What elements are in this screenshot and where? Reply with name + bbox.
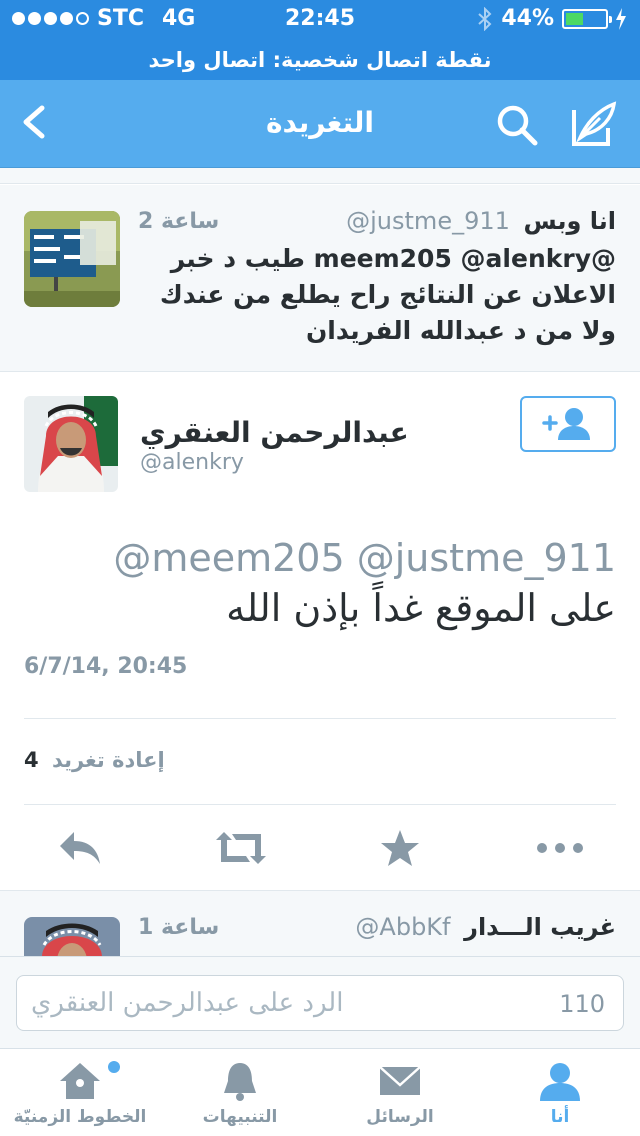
search-icon (497, 105, 538, 146)
avatar[interactable] (24, 917, 120, 956)
tab-label: الرسائل (366, 1107, 434, 1127)
hotspot-banner[interactable]: نقطة اتصال شخصية: اتصال واحد (0, 40, 640, 80)
star-icon (381, 830, 419, 866)
bluetooth-icon (478, 6, 492, 31)
charging-icon (616, 7, 626, 30)
more-button[interactable] (534, 828, 586, 868)
retweet-label: إعادة تغريد (51, 748, 165, 772)
author-name[interactable]: عبدالرحمن العنقري (140, 416, 409, 449)
search-button[interactable] (494, 102, 540, 148)
person-icon (540, 1063, 580, 1101)
status-bar: STC 4G 22:45 44% (0, 0, 640, 40)
tab-label: أنا (550, 1107, 570, 1127)
notification-dot (108, 1061, 120, 1073)
reply-tweet[interactable]: 1 ساعة @AbbKf غريب الـــدار (0, 890, 640, 956)
separator (0, 168, 640, 184)
envelope-icon (379, 1066, 421, 1095)
avatar[interactable] (24, 396, 118, 492)
avatar[interactable] (24, 211, 120, 307)
retweet-count: 4 (24, 748, 39, 772)
character-counter: 110 (559, 990, 605, 1018)
battery-icon (562, 8, 612, 29)
reply-placeholder: الرد على عبدالرحمن العنقري (31, 988, 344, 1018)
home-icon (60, 1063, 100, 1099)
compose-button[interactable] (570, 100, 618, 148)
retweet-stats[interactable]: 4 إعادة تغريد (24, 748, 165, 772)
tweet-timestamp: 2 ساعة (138, 209, 220, 234)
divider (24, 804, 616, 805)
retweet-icon (216, 832, 266, 864)
bell-icon (224, 1063, 256, 1101)
tweet-timestamp: 1 ساعة (138, 915, 220, 940)
tab-bar: الخطوط الزمنيّة التنبيهات الرسائل أنا (0, 1048, 640, 1136)
tweet-handle[interactable]: @AbbKf (355, 913, 450, 941)
tweet-author[interactable]: غريب الـــدار (464, 913, 616, 941)
more-icon (537, 843, 583, 853)
compose-icon (572, 101, 617, 146)
follow-button[interactable] (520, 396, 616, 452)
tweet-detail-content[interactable]: 2 ساعة 2 ساعة @justme_911 انا وبس @meem2… (0, 168, 640, 956)
divider (24, 718, 616, 719)
main-tweet: عبدالرحمن العنقري @alenkry @meem205 @jus… (0, 372, 640, 890)
tweet-header: 2 ساعة @justme_911 انا وبس (138, 207, 616, 235)
parent-tweet[interactable]: 2 ساعة 2 ساعة @justme_911 انا وبس @meem2… (0, 185, 640, 372)
tweet-author[interactable]: انا وبس (524, 207, 616, 235)
author-handle[interactable]: @alenkry (140, 450, 244, 475)
reply-button[interactable] (56, 828, 104, 868)
add-user-icon (542, 408, 590, 440)
tab-me[interactable]: أنا (480, 1049, 640, 1136)
favorite-button[interactable] (378, 828, 422, 868)
reply-input[interactable]: الرد على عبدالرحمن العنقري 110 (16, 975, 624, 1031)
tab-timelines[interactable]: الخطوط الزمنيّة (0, 1049, 160, 1136)
reply-icon (60, 832, 100, 864)
tab-label: التنبيهات (202, 1107, 278, 1127)
reply-bar: الرد على عبدالرحمن العنقري 110 (0, 956, 640, 1048)
tweet-header: 1 ساعة @AbbKf غريب الـــدار (138, 913, 616, 941)
tweet-date: 6/7/14, 20:45 (24, 654, 188, 679)
tab-label: الخطوط الزمنيّة (13, 1107, 147, 1127)
battery-info: 44% (477, 6, 626, 31)
nav-bar: التغريدة (0, 80, 640, 168)
tab-notifications[interactable]: التنبيهات (160, 1049, 320, 1136)
tweet-handle[interactable]: @justme_911 (346, 207, 510, 235)
battery-percent: 44% (501, 6, 554, 31)
page-title: التغريدة (266, 106, 374, 139)
tweet-text: @meem205 @alenkry طيب د خبر الاعلان عن ا… (159, 244, 616, 345)
tweet-actions (0, 806, 640, 890)
retweet-button[interactable] (214, 828, 268, 868)
tab-messages[interactable]: الرسائل (320, 1049, 480, 1136)
tweet-mentions[interactable]: @meem205 @justme_911 (113, 536, 616, 580)
tweet-body: على الموقع غداً بإذن الله (226, 586, 616, 630)
